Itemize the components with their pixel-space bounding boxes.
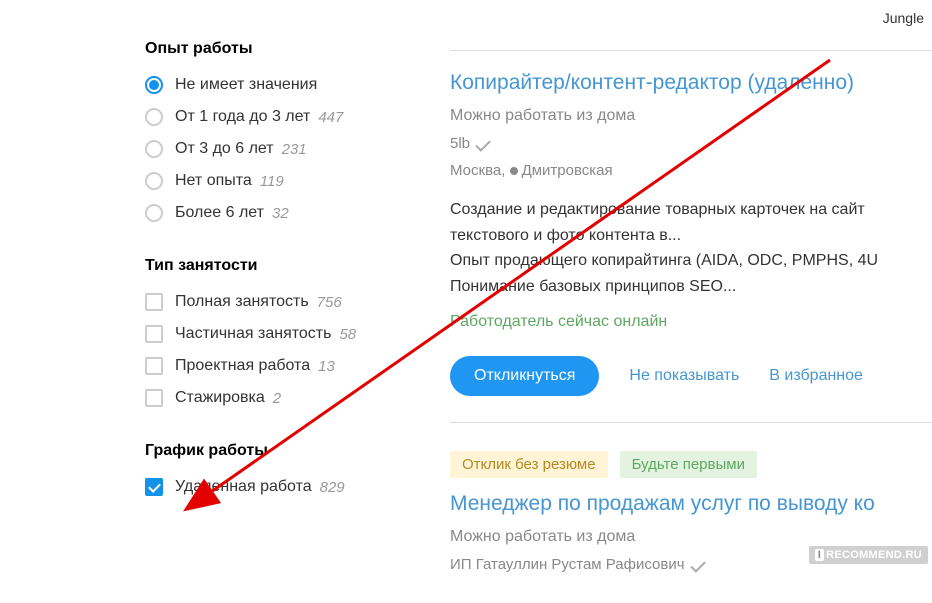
- job-remote-note: Можно работать из дома: [450, 107, 932, 125]
- job-location: Москва, Дмитровская: [450, 162, 932, 179]
- filter-schedule-title: График работы: [145, 442, 450, 460]
- job-description: Создание и редактирование товарных карто…: [450, 197, 932, 299]
- option-label: От 1 года до 3 лет: [175, 108, 310, 126]
- watermark: IRECOMMEND.RU: [809, 546, 928, 564]
- checkbox-option-part-time[interactable]: Частичная занятость 58: [145, 325, 450, 343]
- checkbox-option-remote[interactable]: Удаленная работа 829: [145, 478, 450, 496]
- verified-check-icon: [475, 136, 491, 152]
- watermark-i-icon: I: [815, 549, 824, 561]
- option-count: 2: [273, 390, 281, 407]
- option-label: Более 6 лет: [175, 204, 264, 222]
- desc-line: Опыт продающего копирайтинга (AIDA, ODC,…: [450, 248, 932, 274]
- radio-option-1-3-years[interactable]: От 1 года до 3 лет 447: [145, 108, 450, 126]
- option-label: Удаленная работа: [175, 478, 312, 496]
- radio-icon: [145, 204, 163, 222]
- apply-button[interactable]: Откликнуться: [450, 356, 599, 396]
- checkbox-icon: [145, 478, 163, 496]
- option-count: 756: [317, 294, 342, 311]
- radio-icon: [145, 76, 163, 94]
- radio-option-any-experience[interactable]: Не имеет значения: [145, 76, 450, 94]
- option-label: Проектная работа: [175, 357, 310, 375]
- job-card: Копирайтер/контент-редактор (удаленно) М…: [450, 50, 932, 416]
- badge-be-first: Будьте первыми: [620, 451, 757, 478]
- checkbox-icon: [145, 357, 163, 375]
- radio-option-3-6-years[interactable]: От 3 до 6 лет 231: [145, 140, 450, 158]
- option-label: Не имеет значения: [175, 76, 317, 94]
- checkbox-option-full-time[interactable]: Полная занятость 756: [145, 293, 450, 311]
- radio-icon: [145, 140, 163, 158]
- job-remote-note: Можно работать из дома: [450, 528, 932, 546]
- filter-schedule: График работы Удаленная работа 829: [145, 442, 450, 496]
- top-right-label: Jungle: [450, 10, 932, 26]
- desc-line: текстового и фото контента в...: [450, 223, 932, 249]
- job-title-link[interactable]: Копирайтер/контент-редактор (удаленно): [450, 71, 932, 95]
- option-count: 231: [282, 141, 307, 158]
- desc-line: Понимание базовых принципов SEO...: [450, 274, 932, 300]
- checkbox-icon: [145, 293, 163, 311]
- city-label: Москва,: [450, 162, 505, 179]
- option-label: Нет опыта: [175, 172, 252, 190]
- metro-dot-icon: [510, 167, 518, 175]
- checkbox-option-internship[interactable]: Стажировка 2: [145, 389, 450, 407]
- favorite-link[interactable]: В избранное: [769, 367, 863, 385]
- sidebar: Опыт работы Не имеет значения От 1 года …: [0, 0, 450, 603]
- employer-online-status: Работодатель сейчас онлайн: [450, 313, 932, 331]
- option-label: От 3 до 6 лет: [175, 140, 274, 158]
- company-name[interactable]: 5lb: [450, 135, 470, 152]
- company-name[interactable]: ИП Гатауллин Рустам Рафисович: [450, 556, 685, 573]
- job-card: Отклик без резюме Будьте первыми Менедже…: [450, 422, 932, 603]
- radio-icon: [145, 108, 163, 126]
- checkbox-icon: [145, 389, 163, 407]
- option-count: 119: [260, 173, 284, 190]
- radio-option-no-experience[interactable]: Нет опыта 119: [145, 172, 450, 190]
- checkbox-icon: [145, 325, 163, 343]
- option-count: 13: [318, 358, 335, 375]
- filter-experience: Опыт работы Не имеет значения От 1 года …: [145, 40, 450, 222]
- job-title-link[interactable]: Менеджер по продажам услуг по выводу ко: [450, 492, 932, 516]
- option-count: 829: [320, 479, 345, 496]
- option-label: Частичная занятость: [175, 325, 331, 343]
- verified-check-icon: [690, 557, 706, 573]
- job-actions: Откликнуться Не показывать В избранное: [450, 356, 932, 396]
- filter-experience-title: Опыт работы: [145, 40, 450, 58]
- option-label: Стажировка: [175, 389, 265, 407]
- filter-employment: Тип занятости Полная занятость 756 Части…: [145, 257, 450, 407]
- filter-employment-title: Тип занятости: [145, 257, 450, 275]
- watermark-text: RECOMMEND.RU: [826, 549, 922, 561]
- checkbox-option-project[interactable]: Проектная работа 13: [145, 357, 450, 375]
- job-company: 5lb: [450, 135, 932, 152]
- option-count: 58: [339, 326, 356, 343]
- desc-line: Создание и редактирование товарных карто…: [450, 197, 932, 223]
- radio-icon: [145, 172, 163, 190]
- content: Jungle Копирайтер/контент-редактор (удал…: [450, 0, 932, 603]
- badge-no-resume: Отклик без резюме: [450, 451, 608, 478]
- badge-row: Отклик без резюме Будьте первыми: [450, 451, 932, 478]
- option-label: Полная занятость: [175, 293, 309, 311]
- radio-option-6-plus-years[interactable]: Более 6 лет 32: [145, 204, 450, 222]
- hide-link[interactable]: Не показывать: [629, 367, 739, 385]
- option-count: 447: [318, 109, 343, 126]
- metro-label: Дмитровская: [522, 162, 613, 179]
- option-count: 32: [272, 205, 289, 222]
